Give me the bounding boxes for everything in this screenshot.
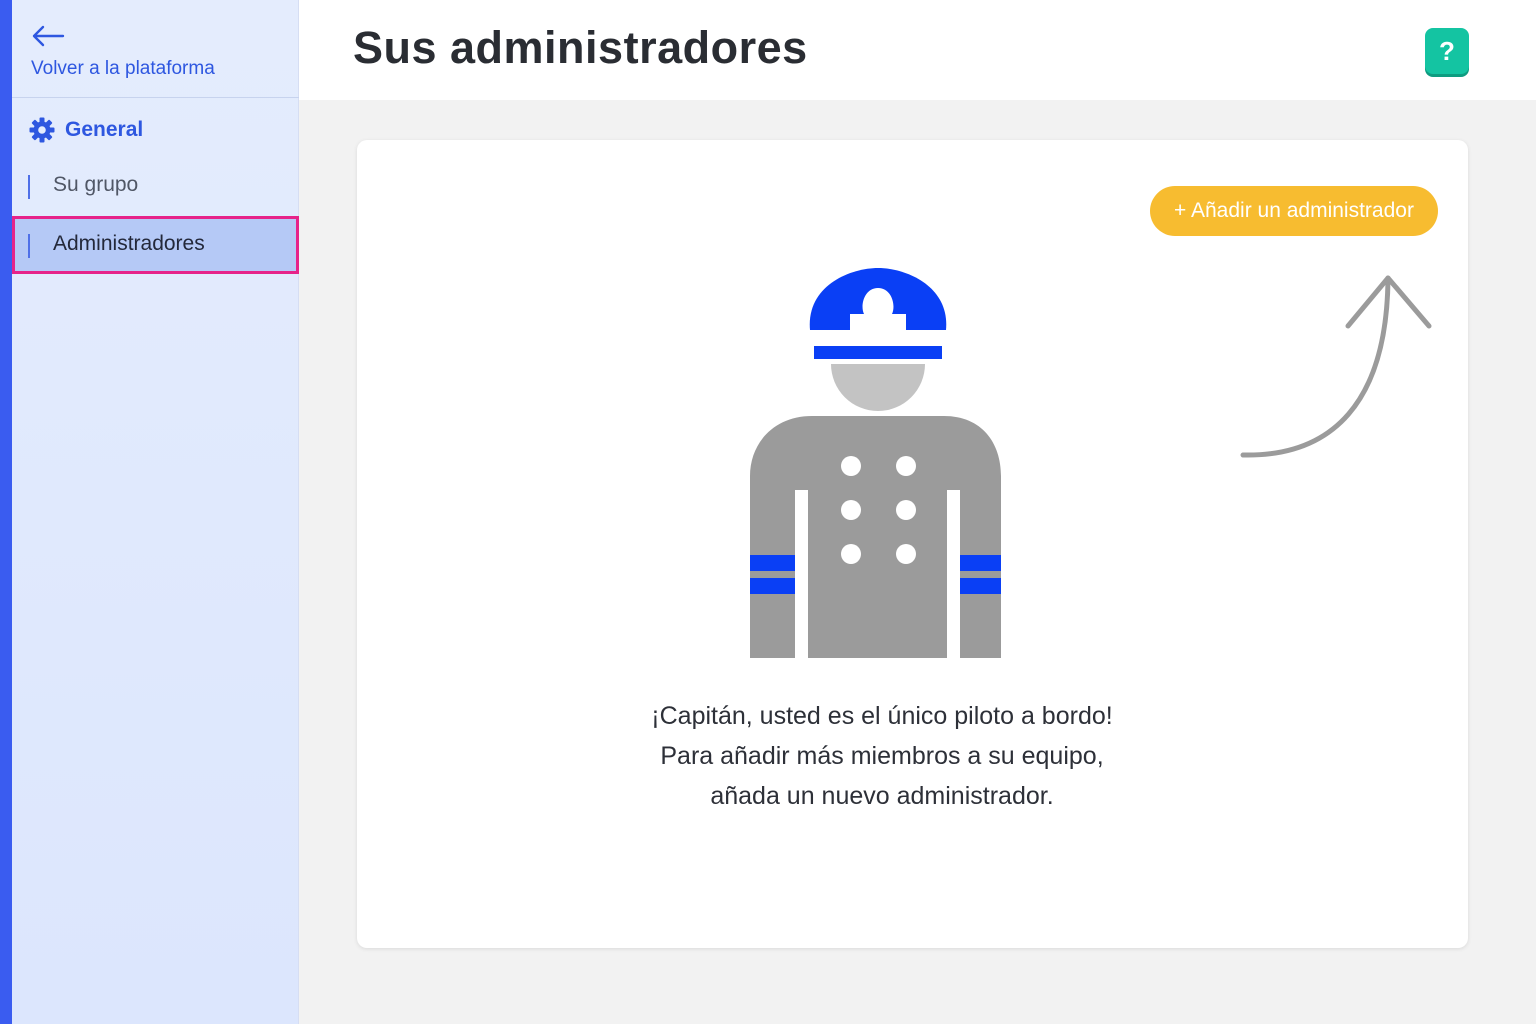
empty-state-message: ¡Capitán, usted es el único piloto a bor… [562, 696, 1202, 816]
sidebar-edge-strip [0, 0, 12, 1024]
sidebar: Volver a la plataforma General Su grupo … [12, 0, 299, 1024]
arrow-left-icon [32, 25, 65, 47]
back-to-platform-link[interactable]: Volver a la plataforma [30, 18, 290, 88]
message-line: ¡Capitán, usted es el único piloto a bor… [651, 702, 1113, 730]
section-label-general: General [65, 118, 144, 141]
curved-arrow-icon [1240, 275, 1432, 458]
help-button[interactable]: ? [1425, 28, 1469, 74]
nav-indicator [28, 234, 30, 258]
captain-icon [750, 268, 1001, 658]
gear-icon [29, 117, 55, 143]
back-link-label: Volver a la plataforma [31, 58, 215, 79]
message-line: añada un nuevo administrador. [710, 782, 1054, 810]
sidebar-item-su-grupo[interactable]: Su grupo [12, 157, 299, 215]
sidebar-item-label: Su grupo [53, 173, 139, 196]
sidebar-divider [12, 97, 299, 98]
message-line: Para añadir más miembros a su equipo, [660, 742, 1104, 770]
page-header: Sus administradores ? [299, 0, 1536, 100]
nav-indicator [28, 175, 30, 199]
empty-state-card: + Añadir un administrador ¡Capitán, uste… [357, 140, 1468, 948]
sidebar-item-label: Administradores [53, 232, 205, 255]
page-title: Sus administradores [353, 22, 808, 73]
sidebar-section-general[interactable]: General [29, 114, 143, 146]
sidebar-item-administradores[interactable]: Administradores [12, 216, 299, 274]
add-admin-button[interactable]: + Añadir un administrador [1150, 186, 1438, 236]
question-mark-icon: ? [1439, 35, 1455, 66]
